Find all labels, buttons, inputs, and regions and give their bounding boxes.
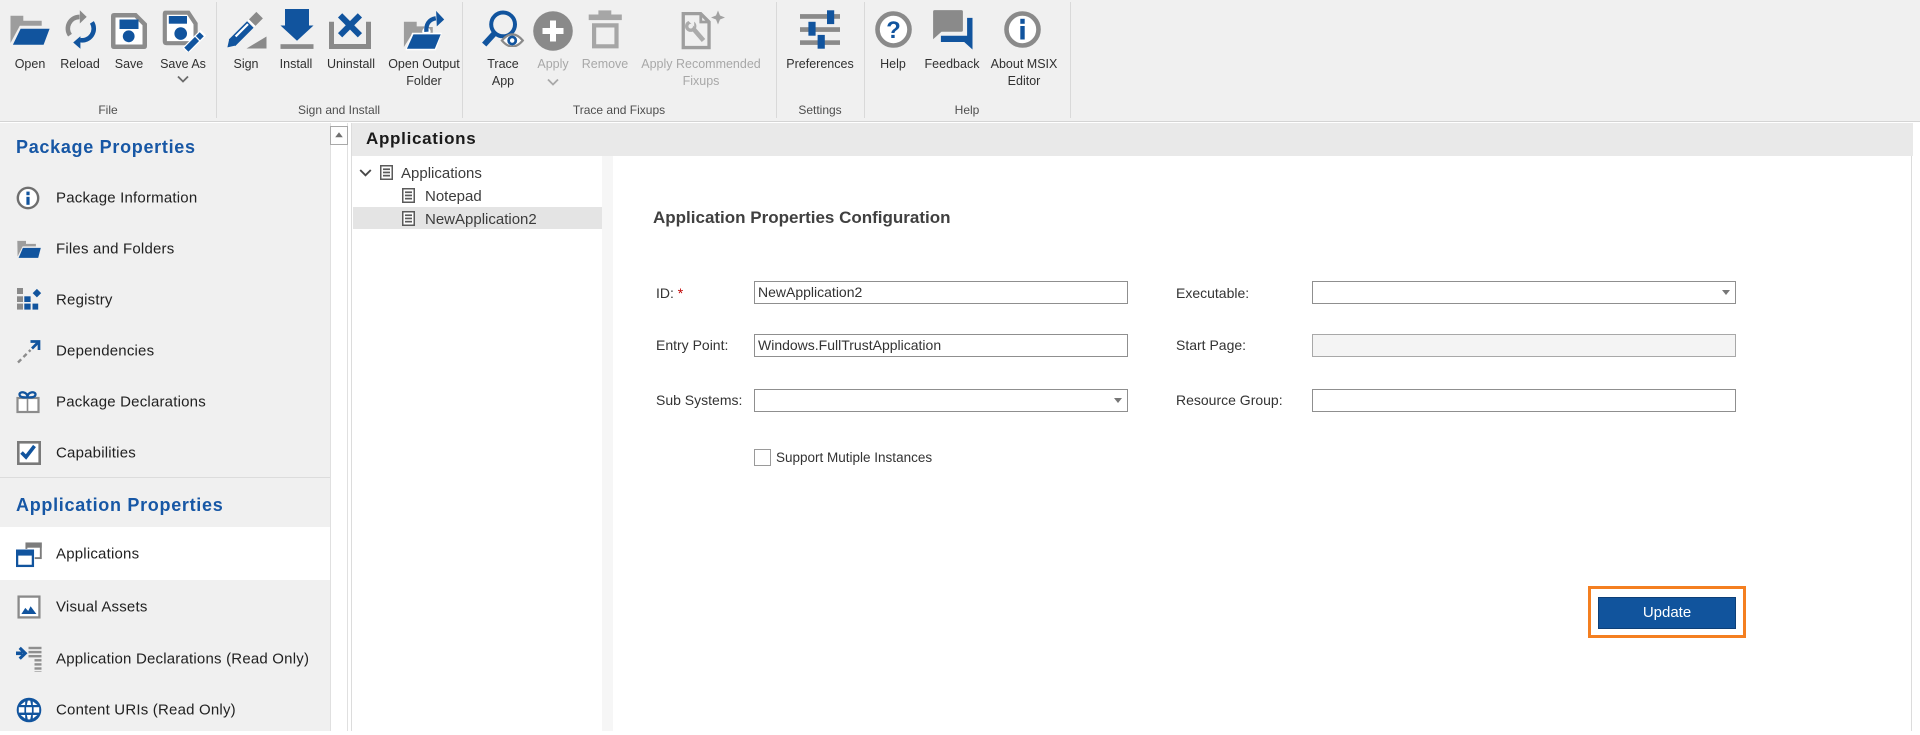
svg-text:?: ? xyxy=(886,17,901,44)
